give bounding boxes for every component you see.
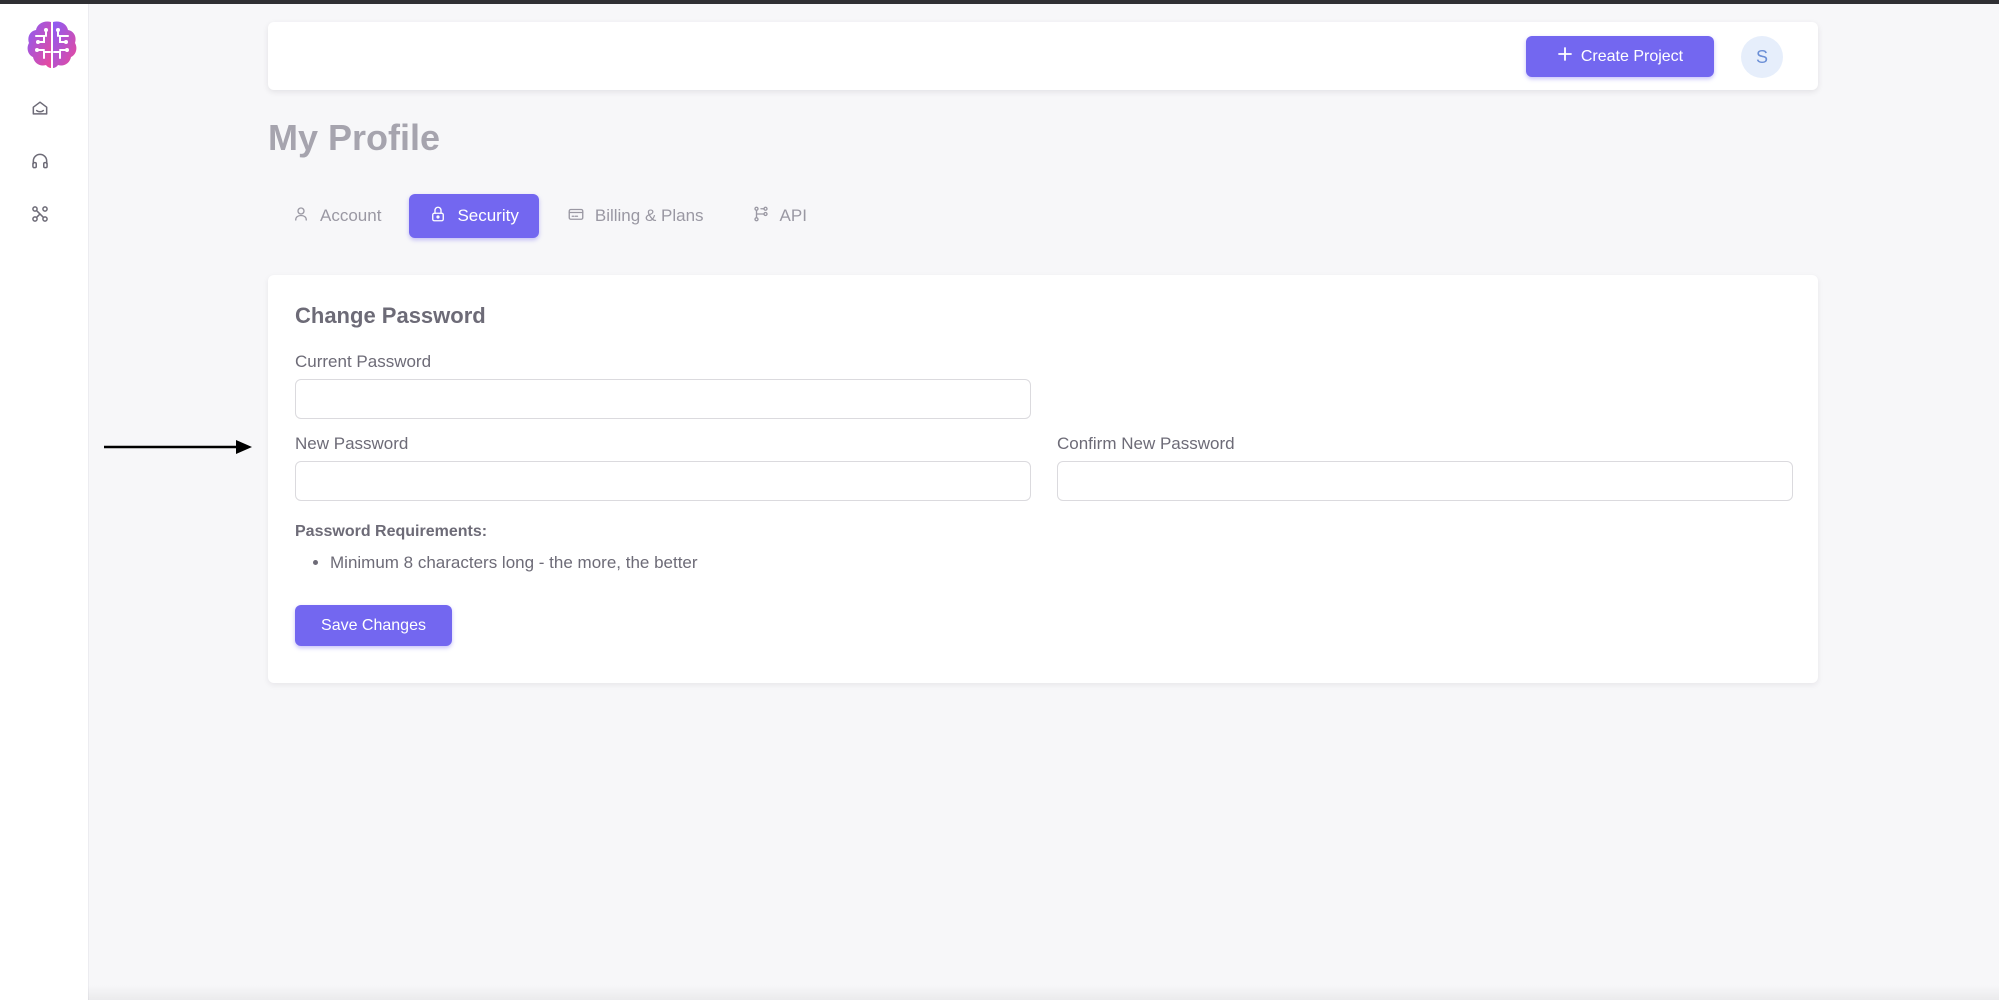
- create-project-label: Create Project: [1580, 47, 1684, 65]
- avatar[interactable]: S: [1741, 36, 1783, 78]
- tab-account-label: Account: [320, 206, 382, 225]
- bottom-shadow: [88, 985, 1999, 1000]
- tab-billing[interactable]: Billing & Plans: [547, 194, 724, 238]
- home-icon[interactable]: [28, 96, 52, 120]
- plus-icon: [1557, 46, 1573, 67]
- arrow-right-icon: [104, 437, 252, 457]
- user-icon: [292, 205, 310, 228]
- card-title: Change Password: [295, 303, 486, 328]
- credit-card-icon: [567, 205, 585, 228]
- tab-billing-label: Billing & Plans: [594, 206, 704, 225]
- confirm-password-field[interactable]: [1057, 461, 1793, 501]
- profile-tabs: Account Security Billing & Plans API: [272, 194, 835, 238]
- requirement-item: Minimum 8 characters long - the more, th…: [330, 553, 698, 573]
- current-password-label: Current Password: [295, 352, 432, 371]
- confirm-password-label: Confirm New Password: [1057, 434, 1235, 453]
- brain-logo-icon[interactable]: [24, 16, 80, 72]
- new-password-label: New Password: [295, 434, 409, 453]
- tab-account[interactable]: Account: [272, 194, 401, 238]
- tab-security[interactable]: Security: [409, 194, 539, 238]
- requirements-list: Minimum 8 characters long - the more, th…: [295, 553, 698, 573]
- avatar-initial: S: [1755, 46, 1768, 67]
- page-title: My Profile: [268, 117, 441, 158]
- new-password-field[interactable]: [295, 461, 1031, 501]
- sidebar: [0, 4, 89, 1000]
- save-changes-button[interactable]: Save Changes: [295, 605, 452, 646]
- current-password-field[interactable]: [295, 379, 1031, 419]
- headphones-icon[interactable]: [28, 149, 52, 173]
- change-password-card: Change Password Current Password New Pas…: [268, 275, 1818, 683]
- tab-api-label: API: [779, 206, 807, 225]
- requirements-title: Password Requirements:: [295, 523, 488, 540]
- tab-security-label: Security: [457, 206, 519, 225]
- api-icon: [752, 205, 770, 228]
- network-icon[interactable]: [28, 202, 52, 226]
- create-project-button[interactable]: Create Project: [1526, 36, 1714, 77]
- tab-api[interactable]: API: [732, 194, 827, 238]
- lock-icon: [429, 205, 447, 228]
- window-top-border: [0, 0, 1999, 4]
